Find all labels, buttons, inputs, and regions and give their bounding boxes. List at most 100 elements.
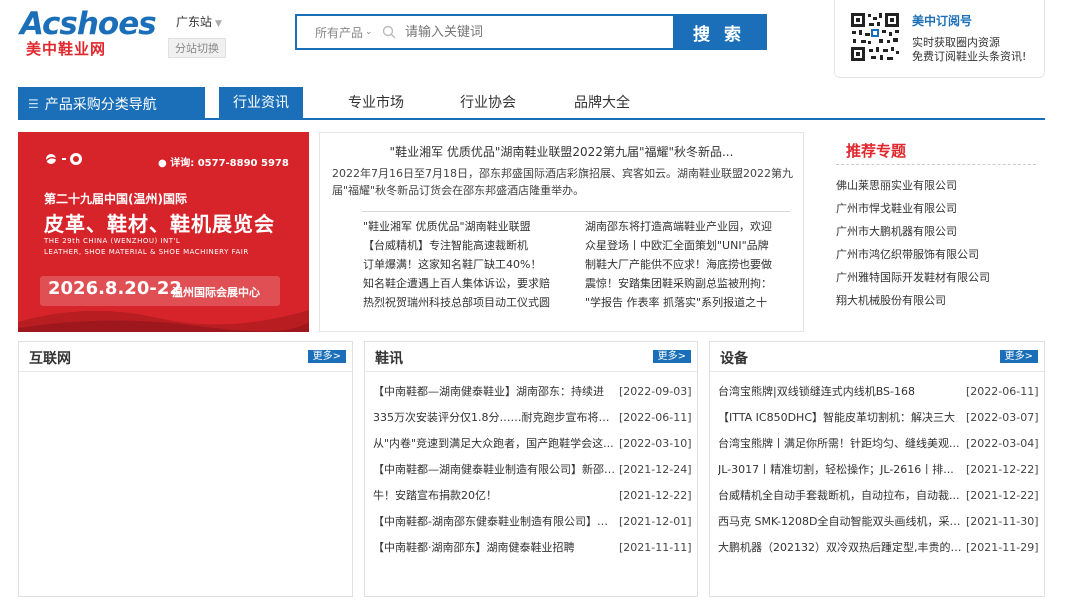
item-date: [2022-09-03]: [619, 385, 692, 398]
search-category-label: 所有产品: [315, 25, 364, 40]
nav-item-industry-news[interactable]: 行业资讯: [219, 87, 303, 120]
list-item[interactable]: 【ITTA IC850DHC】智能皮革切割机：解决三大 [2022-03-07]: [718, 405, 1039, 431]
item-date: [2021-12-24]: [619, 463, 692, 476]
search-category-select[interactable]: 所有产品 ⌄: [297, 16, 377, 48]
subscribe-title[interactable]: 美中订阅号: [912, 12, 972, 29]
item-title[interactable]: 【中南鞋都—湖南健泰鞋业制造有限公司】新邵县...: [373, 457, 619, 483]
divider: [836, 164, 1036, 165]
item-title[interactable]: 台湾宝熊牌|双线锁缝连式内线机BS-168: [718, 379, 966, 405]
item-title[interactable]: 【中南鞋都·湖南邵东】湖南健泰鞋业招聘: [373, 535, 619, 561]
panel-title: 设备: [720, 351, 748, 367]
nav-item-association[interactable]: 行业协会: [448, 87, 528, 120]
item-title[interactable]: 牛！安踏宣布捐款20亿！: [373, 483, 619, 509]
more-button[interactable]: 更多>: [652, 350, 691, 363]
headline-list-right: 湖南邵东将打造高端鞋业产业园，欢迎 众星登场丨中欧汇全面策划"UNI"品牌 制鞋…: [585, 217, 785, 312]
news-link[interactable]: 【台威精机】专注智能高速裁断机: [363, 236, 553, 255]
news-link[interactable]: 湖南邵东将打造高端鞋业产业园，欢迎: [585, 217, 785, 236]
company-link[interactable]: 翔大机械股份有限公司: [836, 289, 1044, 312]
expo-banner[interactable]: ● 详询: 0577-8890 5978 第二十九届中国(温州)国际 皮革、鞋材…: [18, 132, 309, 332]
company-link[interactable]: 广州市鸿亿织带服饰有限公司: [836, 243, 1044, 266]
headline-title[interactable]: "鞋业湘军 优质优品"湖南鞋业联盟2022第九届"福耀"秋冬新品...: [320, 143, 803, 160]
news-link[interactable]: 热烈祝贺瑞州科技总部项目动工仪式圆: [363, 293, 553, 312]
list-item[interactable]: JL-3017丨精准切割，轻松操作；JL-2616丨排... [2021-12-2…: [718, 457, 1039, 483]
item-title[interactable]: 【中南鞋都—湖南健泰鞋业】湖南邵东：持续进: [373, 379, 619, 405]
item-title[interactable]: 【ITTA IC850DHC】智能皮革切割机：解决三大: [718, 405, 966, 431]
expo-english-1: THE 29th CHINA (WENZHOU) INT'L: [44, 237, 181, 245]
news-link[interactable]: 震惊！安踏集团鞋采购副总监被刑拘：: [585, 274, 785, 293]
list-item[interactable]: 从"内卷"竞速到满足大众跑者，国产跑鞋学会这... [2022-03-10]: [373, 431, 692, 457]
shoe-news-panel: 鞋讯 更多> 【中南鞋都—湖南健泰鞋业】湖南邵东：持续进 [2022-09-03]…: [364, 341, 698, 597]
headline-news: "鞋业湘军 优质优品"湖南鞋业联盟2022第九届"福耀"秋冬新品... 2022…: [319, 132, 804, 332]
nav-item-market[interactable]: 专业市场: [336, 87, 416, 120]
site-logo[interactable]: Acshoes 美中鞋业网: [20, 6, 157, 58]
expo-subtitle: 第二十九届中国(温州)国际: [44, 192, 187, 206]
recommended-topics: 推荐专题 佛山莱思丽实业有限公司 广州市悍戈鞋业有限公司 广州市大鹏机器有限公司…: [836, 132, 1044, 332]
list-item[interactable]: 西马克 SMK-1208D全自动智能双头画线机，采用... [2021-11-30…: [718, 509, 1039, 535]
station-selector[interactable]: 广东站 ▼: [176, 13, 222, 30]
search-button[interactable]: 搜 索: [673, 16, 765, 48]
list-item[interactable]: 【中南鞋都—湖南健泰鞋业】湖南邵东：持续进 [2022-09-03]: [373, 379, 692, 405]
item-title[interactable]: JL-3017丨精准切割，轻松操作；JL-2616丨排...: [718, 457, 966, 483]
nav-item-brands[interactable]: 品牌大全: [562, 87, 642, 120]
item-date: [2022-06-11]: [966, 385, 1039, 398]
item-date: [2021-12-01]: [619, 515, 692, 528]
news-link[interactable]: "鞋业湘军 优质优品"湖南鞋业联盟: [363, 217, 553, 236]
list-item[interactable]: 牛！安踏宣布捐款20亿！ [2021-12-22]: [373, 483, 692, 509]
news-link[interactable]: 订单爆满！这家知名鞋厂缺工40%！: [363, 255, 553, 274]
subscribe-box: 美中订阅号 实时获取圈内资源 免费订阅鞋业头条资讯!: [834, 0, 1045, 78]
list-item[interactable]: 大鹏机器（202132）双冷双热后踵定型,丰贵的追... [2021-11-29]: [718, 535, 1039, 561]
news-link[interactable]: 制鞋大厂产能供不应求！海底捞也要做: [585, 255, 785, 274]
item-date: [2021-11-30]: [966, 515, 1039, 528]
list-item[interactable]: 335万次安装评分仅1.8分……耐克跑步宣布将停... [2022-06-11]: [373, 405, 692, 431]
subscribe-line-2: 免费订阅鞋业头条资讯!: [912, 50, 1027, 63]
list-item[interactable]: 台威精机全自动手套裁断机，自动拉布，自动裁... [2021-12-22]: [718, 483, 1039, 509]
news-link[interactable]: 众星登场丨中欧汇全面策划"UNI"品牌: [585, 236, 785, 255]
panel-header: 鞋讯 更多>: [365, 342, 697, 372]
headline-summary: 2022年7月16日至7月18日，邵东邦盛国际酒店彩旗招展、宾客如云。湖南鞋业联…: [332, 167, 793, 197]
item-date: [2021-12-22]: [966, 463, 1039, 476]
item-date: [2022-03-04]: [966, 437, 1039, 450]
item-title[interactable]: 台湾宝熊牌丨满足你所需！针距均匀、缝线美观...: [718, 431, 966, 457]
item-title[interactable]: 台威精机全自动手套裁断机，自动拉布，自动裁...: [718, 483, 966, 509]
item-title[interactable]: 【中南鞋都-湖南邵东健泰鞋业制造有限公司】邵...: [373, 509, 619, 535]
item-date: [2022-06-11]: [619, 411, 692, 424]
more-button[interactable]: 更多>: [307, 350, 346, 363]
panel-title: 鞋讯: [375, 351, 403, 367]
search-input[interactable]: [401, 16, 673, 48]
news-link[interactable]: "学报告 作表率 抓落实"系列报道之十: [585, 293, 785, 312]
item-title[interactable]: 从"内卷"竞速到满足大众跑者，国产跑鞋学会这...: [373, 431, 619, 457]
list-item[interactable]: 台湾宝熊牌丨满足你所需！针距均匀、缝线美观... [2022-03-04]: [718, 431, 1039, 457]
expo-phone-text: 详询: 0577-8890 5978: [170, 158, 289, 169]
company-link[interactable]: 广州市悍戈鞋业有限公司: [836, 197, 1044, 220]
chevron-down-icon: ⌄: [365, 27, 373, 37]
item-date: [2021-11-29]: [966, 541, 1039, 554]
search-bar: 所有产品⌄ 搜 索: [295, 14, 767, 50]
list-item[interactable]: 【中南鞋都·湖南邵东】湖南健泰鞋业招聘 [2021-11-11]: [373, 535, 692, 561]
list-item[interactable]: 台湾宝熊牌|双线锁缝连式内线机BS-168 [2022-06-11]: [718, 379, 1039, 405]
internet-panel: 互联网 更多>: [18, 341, 353, 597]
category-nav-label: 产品采购分类导航: [44, 96, 157, 113]
menu-icon: ☰: [28, 96, 39, 111]
news-link[interactable]: 知名鞋企遭遇上百人集体诉讼，要求赔: [363, 274, 553, 293]
item-title[interactable]: 大鹏机器（202132）双冷双热后踵定型,丰贵的追...: [718, 535, 966, 561]
main-nav: ☰ 产品采购分类导航 行业资讯 专业市场 行业协会 品牌大全: [18, 87, 1045, 120]
expo-english-2: LEATHER, SHOE MATERIAL & SHOE MACHINERY …: [44, 248, 249, 256]
category-nav-button[interactable]: ☰ 产品采购分类导航: [18, 87, 205, 120]
news-list: 台湾宝熊牌|双线锁缝连式内线机BS-168 [2022-06-11] 【ITTA …: [718, 379, 1039, 561]
company-link[interactable]: 广州市大鹏机器有限公司: [836, 220, 1044, 243]
item-title[interactable]: 335万次安装评分仅1.8分……耐克跑步宣布将停...: [373, 405, 619, 431]
station-switch-button[interactable]: 分站切换: [168, 38, 226, 58]
panel-header: 设备 更多>: [710, 342, 1044, 372]
item-title[interactable]: 西马克 SMK-1208D全自动智能双头画线机，采用...: [718, 509, 966, 535]
panel-title: 互联网: [29, 351, 71, 367]
company-link[interactable]: 广州雅特国际开发鞋材有限公司: [836, 266, 1044, 289]
recommended-title: 推荐专题: [846, 142, 907, 160]
more-button[interactable]: 更多>: [999, 350, 1038, 363]
list-item[interactable]: 【中南鞋都—湖南健泰鞋业制造有限公司】新邵县... [2021-12-24]: [373, 457, 692, 483]
item-date: [2022-03-10]: [619, 437, 692, 450]
list-item[interactable]: 【中南鞋都-湖南邵东健泰鞋业制造有限公司】邵... [2021-12-01]: [373, 509, 692, 535]
logo-chinese: 美中鞋业网: [26, 40, 107, 58]
item-date: [2021-12-22]: [966, 489, 1039, 502]
expo-logo-icon: [44, 152, 92, 169]
company-link[interactable]: 佛山莱思丽实业有限公司: [836, 174, 1044, 197]
